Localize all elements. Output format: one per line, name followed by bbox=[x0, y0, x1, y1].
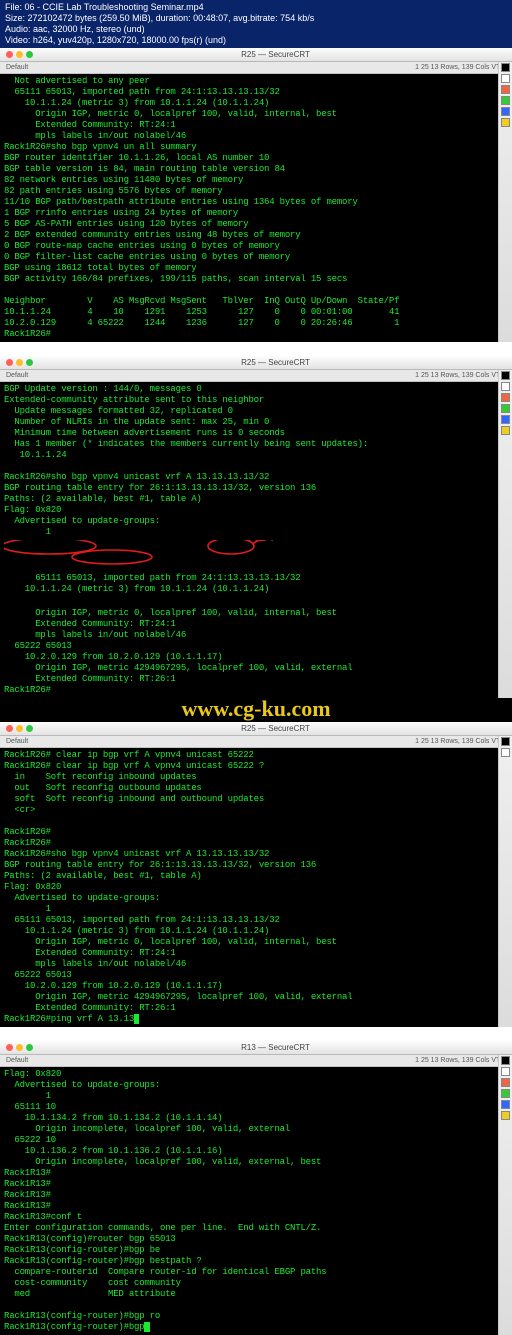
terminal-pane-1: R25 — SecureCRT Default1 25 13 Rows, 139… bbox=[0, 48, 512, 342]
video-line: Video: h264, yuv420p, 1280x720, 18000.00… bbox=[5, 35, 507, 46]
palette-black[interactable] bbox=[501, 1056, 510, 1065]
terminal-output-3[interactable]: Rack1R26# clear ip bgp vrf A vpnv4 unica… bbox=[0, 748, 512, 1027]
terminal-pane-3: R25 — SecureCRT Default1 25 13 Rows, 139… bbox=[0, 722, 512, 1027]
tab-left[interactable]: Default bbox=[6, 370, 28, 381]
mac-titlebar: R25 — SecureCRT bbox=[0, 48, 512, 62]
watermark-text: www.cg-ku.com bbox=[0, 696, 512, 722]
tab-left[interactable]: Default bbox=[6, 1055, 28, 1066]
close-icon[interactable] bbox=[6, 725, 13, 732]
color-palette[interactable] bbox=[498, 736, 512, 1027]
palette-black[interactable] bbox=[501, 371, 510, 380]
minimize-icon[interactable] bbox=[16, 51, 23, 58]
tab-bar: Default1 25 13 Rows, 139 Cols VT100 bbox=[0, 1055, 512, 1067]
red-circle-annotation bbox=[4, 540, 414, 570]
zoom-icon[interactable] bbox=[26, 1044, 33, 1051]
audio-line: Audio: aac, 32000 Hz, stereo (und) bbox=[5, 24, 507, 35]
tab-bar: Default1 25 13 Rows, 139 Cols VT100 bbox=[0, 62, 512, 74]
palette-green[interactable] bbox=[501, 404, 510, 413]
terminal-output-2c[interactable]: Origin IGP, metric 0, localpref 100, val… bbox=[0, 606, 512, 698]
palette-red[interactable] bbox=[501, 1078, 510, 1087]
traffic-lights[interactable] bbox=[6, 1044, 33, 1051]
window-title: R13 — SecureCRT bbox=[39, 1043, 512, 1052]
annotated-lines: 65111 65013, imported path from 24:1:13.… bbox=[4, 573, 300, 594]
palette-green[interactable] bbox=[501, 96, 510, 105]
traffic-lights[interactable] bbox=[6, 725, 33, 732]
window-title: R25 — SecureCRT bbox=[39, 724, 512, 733]
mac-titlebar: R25 — SecureCRT bbox=[0, 722, 512, 736]
tab-left[interactable]: Default bbox=[6, 62, 28, 73]
tab-bar: Default1 25 13 Rows, 139 Cols VT100 bbox=[0, 736, 512, 748]
close-icon[interactable] bbox=[6, 51, 13, 58]
traffic-lights[interactable] bbox=[6, 359, 33, 366]
cursor-icon bbox=[134, 1014, 139, 1024]
mac-titlebar: R13 — SecureCRT bbox=[0, 1041, 512, 1055]
palette-white[interactable] bbox=[501, 382, 510, 391]
palette-red[interactable] bbox=[501, 393, 510, 402]
tab-bar: Default1 25 13 Rows, 139 Cols VT100 bbox=[0, 370, 512, 382]
minimize-icon[interactable] bbox=[16, 1044, 23, 1051]
window-title: R25 — SecureCRT bbox=[39, 50, 512, 59]
palette-blue[interactable] bbox=[501, 107, 510, 116]
color-palette[interactable] bbox=[498, 62, 512, 342]
pane3-text: Rack1R26# clear ip bgp vrf A vpnv4 unica… bbox=[4, 750, 352, 1024]
cursor-icon bbox=[144, 1322, 149, 1332]
palette-black[interactable] bbox=[501, 63, 510, 72]
file-line: File: 06 - CCIE Lab Troubleshooting Semi… bbox=[5, 2, 507, 13]
window-title: R25 — SecureCRT bbox=[39, 358, 512, 367]
close-icon[interactable] bbox=[6, 359, 13, 366]
terminal-output-1[interactable]: Not advertised to any peer 65111 65013, … bbox=[0, 74, 512, 342]
traffic-lights[interactable] bbox=[6, 51, 33, 58]
palette-white[interactable] bbox=[501, 74, 510, 83]
minimize-icon[interactable] bbox=[16, 359, 23, 366]
pane4-text: Flag: 0x820 Advertised to update-groups:… bbox=[4, 1069, 326, 1332]
tab-left[interactable]: Default bbox=[6, 736, 28, 747]
palette-blue[interactable] bbox=[501, 415, 510, 424]
zoom-icon[interactable] bbox=[26, 725, 33, 732]
terminal-pane-4: R13 — SecureCRT Default1 25 13 Rows, 139… bbox=[0, 1041, 512, 1335]
palette-green[interactable] bbox=[501, 1089, 510, 1098]
media-info-header: File: 06 - CCIE Lab Troubleshooting Semi… bbox=[0, 0, 512, 48]
color-palette[interactable] bbox=[498, 1055, 512, 1335]
palette-yellow[interactable] bbox=[501, 118, 510, 127]
palette-red[interactable] bbox=[501, 85, 510, 94]
zoom-icon[interactable] bbox=[26, 51, 33, 58]
minimize-icon[interactable] bbox=[16, 725, 23, 732]
zoom-icon[interactable] bbox=[26, 359, 33, 366]
size-line: Size: 272102472 bytes (259.50 MiB), dura… bbox=[5, 13, 507, 24]
terminal-pane-2: R25 — SecureCRT Default1 25 13 Rows, 139… bbox=[0, 356, 512, 698]
close-icon[interactable] bbox=[6, 1044, 13, 1051]
color-palette[interactable] bbox=[498, 370, 512, 698]
palette-white[interactable] bbox=[501, 748, 510, 757]
mac-titlebar: R25 — SecureCRT bbox=[0, 356, 512, 370]
terminal-output-2b[interactable]: 65111 65013, imported path from 24:1:13.… bbox=[0, 540, 512, 606]
palette-white[interactable] bbox=[501, 1067, 510, 1076]
palette-yellow[interactable] bbox=[501, 426, 510, 435]
terminal-output-2a[interactable]: BGP Update version : 144/0, messages 0 E… bbox=[0, 382, 512, 540]
palette-blue[interactable] bbox=[501, 1100, 510, 1109]
terminal-output-4[interactable]: Flag: 0x820 Advertised to update-groups:… bbox=[0, 1067, 512, 1335]
palette-black[interactable] bbox=[501, 737, 510, 746]
palette-yellow[interactable] bbox=[501, 1111, 510, 1120]
